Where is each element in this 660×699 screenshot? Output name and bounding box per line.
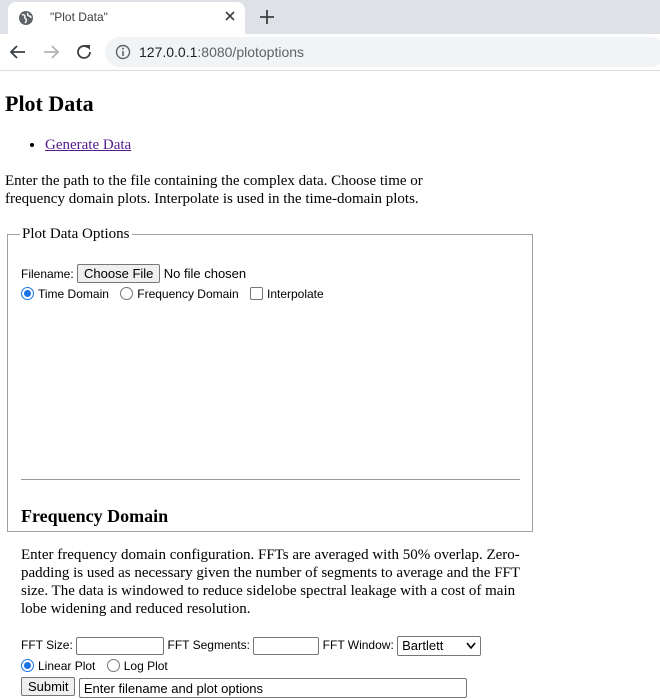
fft-window-value: Bartlett: [402, 638, 444, 653]
fft-window-select[interactable]: Bartlett: [397, 636, 482, 656]
frequency-domain-radio[interactable]: [120, 287, 134, 300]
url-text: 127.0.0.1:8080/plotoptions: [139, 44, 304, 60]
choose-file-button[interactable]: Choose File: [77, 264, 161, 283]
list-item: Generate Data: [45, 137, 131, 154]
fft-row: FFT Size: FFT Segments: FFT Window: Bart…: [21, 636, 482, 656]
page-title: Plot Data: [5, 91, 94, 116]
linear-plot-radio[interactable]: [21, 659, 34, 672]
log-plot-radio[interactable]: [106, 659, 120, 672]
page-content: Plot Data Generate Data Enter the path t…: [0, 71, 660, 698]
time-domain-radio[interactable]: [21, 287, 34, 300]
filename-label: Filename:: [21, 267, 74, 281]
log-plot-label: Log Plot: [123, 659, 168, 673]
globe-icon: [19, 11, 33, 25]
fieldset-legend: Plot Data Options: [22, 226, 130, 242]
browser-toolbar: 127.0.0.1:8080/plotoptions: [0, 34, 660, 71]
submit-button[interactable]: Submit: [21, 677, 76, 696]
forward-arrow-icon[interactable]: [41, 42, 61, 62]
nav-list: Generate Data: [0, 137, 131, 154]
frequency-domain-heading: Frequency Domain: [21, 506, 169, 526]
url-host: 127.0.0.1: [139, 44, 198, 60]
fft-segments-input[interactable]: [253, 637, 320, 655]
interpolate-checkbox[interactable]: [249, 287, 263, 300]
info-icon[interactable]: [115, 44, 131, 60]
interpolate-label: Interpolate: [266, 287, 324, 301]
plot-options-fieldset: Plot Data Options Filename: Choose File …: [7, 226, 533, 698]
fft-window-label: FFT Window:: [322, 638, 394, 653]
url-path: :8080/plotoptions: [197, 44, 305, 60]
intro-text: Enter the path to the file containing th…: [5, 173, 423, 207]
filename-row: Filename: Choose File No file chosen: [21, 264, 246, 283]
address-bar[interactable]: 127.0.0.1:8080/plotoptions: [105, 37, 660, 67]
status-field[interactable]: Enter filename and plot options: [78, 677, 467, 698]
frequency-description: Enter frequency domain configuration. FF…: [21, 547, 520, 617]
time-domain-label: Time Domain: [38, 287, 109, 301]
domain-row: Time Domain Frequency Domain Interpolate: [17, 287, 324, 301]
submit-row: Submit Enter filename and plot options: [21, 677, 467, 698]
no-file-text: No file chosen: [163, 266, 247, 281]
generate-data-link[interactable]: Generate Data: [45, 137, 131, 153]
section-divider: [21, 479, 520, 480]
fft-segments-label: FFT Segments:: [167, 638, 250, 653]
linear-plot-label: Linear Plot: [38, 659, 96, 673]
browser-tab[interactable]: "Plot Data": [8, 2, 245, 34]
fft-size-input[interactable]: [76, 637, 165, 655]
chevron-down-icon: [466, 642, 476, 650]
tab-title: "Plot Data": [50, 10, 108, 24]
browser-tabstrip: "Plot Data": [0, 0, 660, 34]
back-arrow-icon[interactable]: [8, 42, 28, 62]
new-tab-icon[interactable]: [258, 8, 276, 26]
reload-icon[interactable]: [74, 42, 94, 62]
plot-type-row: Linear Plot Log Plot: [17, 659, 168, 673]
frequency-domain-label: Frequency Domain: [137, 287, 239, 301]
close-tab-icon[interactable]: [222, 8, 238, 24]
fft-size-label: FFT Size:: [21, 638, 73, 653]
